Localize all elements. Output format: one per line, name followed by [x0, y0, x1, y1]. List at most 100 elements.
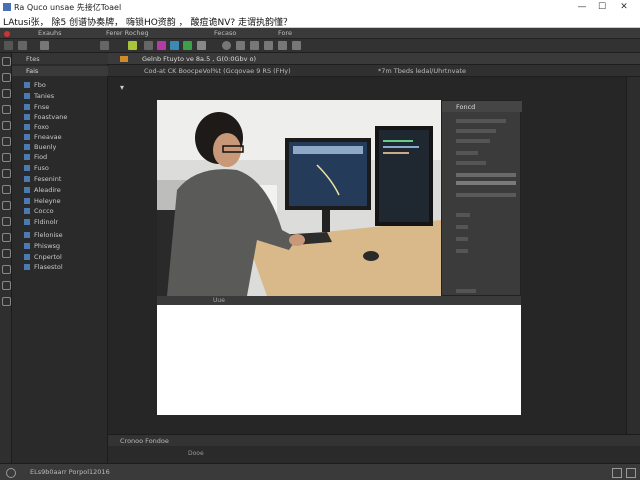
tool-icon[interactable]: [2, 185, 11, 194]
document-tab-bar: Gelnb Ftuyto ve 8a.5 , G(0:0Gbv o): [108, 53, 640, 65]
tool-icon[interactable]: [2, 265, 11, 274]
layer-icon: [24, 176, 30, 182]
property-slider[interactable]: [456, 181, 516, 185]
text-tool-icon[interactable]: [250, 41, 259, 50]
property-slider[interactable]: [456, 213, 470, 217]
tool-icon[interactable]: [2, 105, 11, 114]
color-swatch-blue-icon[interactable]: [170, 41, 179, 50]
close-button[interactable]: ✕: [618, 2, 630, 12]
properties-panel-title: Foncd: [456, 103, 476, 111]
shape-tool-icon[interactable]: [264, 41, 273, 50]
property-slider[interactable]: [456, 161, 486, 165]
layer-item[interactable]: Aleadire: [24, 186, 61, 196]
property-slider[interactable]: [456, 151, 478, 155]
layers-panel-header: Ftes: [12, 53, 108, 64]
lasso-tool-icon[interactable]: [40, 41, 49, 50]
tool-icon[interactable]: [2, 137, 11, 146]
maximize-button[interactable]: ☐: [596, 2, 608, 12]
eraser-tool-icon[interactable]: [292, 41, 301, 50]
menu-item-2[interactable]: Ferer Rocheg: [106, 29, 149, 37]
menu-item-3[interactable]: Fecaso: [214, 29, 236, 37]
blank-canvas[interactable]: [157, 305, 521, 415]
tool-icon[interactable]: [2, 169, 11, 178]
property-slider[interactable]: [456, 225, 468, 229]
tool-icon[interactable]: [2, 297, 11, 306]
layer-item[interactable]: Flasestol: [24, 263, 63, 273]
zoom-tool-icon[interactable]: [222, 41, 231, 50]
status-circle-icon[interactable]: [6, 468, 16, 478]
layer-item[interactable]: Cocco: [24, 207, 54, 217]
app-logo-icon: [4, 31, 10, 37]
tool-icon[interactable]: [2, 153, 11, 162]
tool-icon[interactable]: [2, 73, 11, 82]
tool-icon[interactable]: [2, 249, 11, 258]
move-tool-icon[interactable]: [4, 41, 13, 50]
minimize-button[interactable]: —: [576, 2, 588, 12]
property-slider[interactable]: [456, 289, 476, 293]
layer-label: Cocco: [34, 207, 54, 215]
layer-item[interactable]: Heleyne: [24, 197, 61, 207]
select-tool-icon[interactable]: [18, 41, 27, 50]
layer-item[interactable]: Flelonise: [24, 231, 63, 241]
pen-tool-icon[interactable]: [278, 41, 287, 50]
property-slider[interactable]: [456, 249, 468, 253]
layer-label: Foxo: [34, 123, 49, 131]
tool-icon[interactable]: [2, 233, 11, 242]
layer-tool-icon[interactable]: [197, 41, 206, 50]
layers-panel-subheader[interactable]: Fais: [12, 66, 108, 76]
document-tab[interactable]: Gelnb Ftuyto ve 8a.5 , G(0:0Gbv o): [142, 55, 256, 63]
canvas-photo: [157, 100, 441, 296]
layer-item[interactable]: Fneavae: [24, 133, 62, 143]
layer-item[interactable]: Phiswsg: [24, 242, 60, 252]
layer-icon: [24, 82, 30, 88]
layer-item[interactable]: Buenly: [24, 143, 56, 153]
layer-label: Aleadire: [34, 186, 61, 194]
tool-icon[interactable]: [2, 281, 11, 290]
menu-item-4[interactable]: Fore: [278, 29, 292, 37]
tool-icon[interactable]: [2, 121, 11, 130]
layer-label: Tanies: [34, 92, 55, 100]
layer-icon: [24, 114, 30, 120]
layer-item[interactable]: Cnpertol: [24, 253, 62, 263]
menu-item-1[interactable]: Exauhs: [38, 29, 62, 37]
layer-item[interactable]: Fldinolr: [24, 218, 58, 228]
crop-tool-icon[interactable]: [100, 41, 109, 50]
status-grid-icon[interactable]: [612, 468, 622, 478]
layer-label: Flasestol: [34, 263, 63, 271]
tool-icon[interactable]: [2, 217, 11, 226]
layer-item[interactable]: Tanies: [24, 92, 54, 102]
tool-icon[interactable]: [2, 57, 11, 66]
brush-tool-icon[interactable]: [144, 41, 153, 50]
layer-item[interactable]: Fuso: [24, 164, 49, 174]
layer-item[interactable]: Foastvane: [24, 113, 67, 123]
tool-icon[interactable]: [2, 201, 11, 210]
property-slider[interactable]: [456, 173, 516, 177]
layer-label: Fldinolr: [34, 218, 59, 226]
menu-bar: Exauhs Ferer Rocheg Fecaso Fore: [0, 28, 640, 39]
layer-item[interactable]: Fiod: [24, 153, 47, 163]
properties-panel-header: Foncd: [442, 101, 522, 112]
color-swatch-green-icon[interactable]: [128, 41, 137, 50]
property-slider[interactable]: [456, 119, 506, 123]
canvas-info-label: Uue: [213, 297, 225, 304]
layer-item[interactable]: Fbo: [24, 81, 46, 91]
options-text[interactable]: Cod-at CK BoocpeVol%t (Gcqovae 9 RS (FHy…: [144, 67, 291, 75]
layer-item[interactable]: Foxo: [24, 123, 49, 133]
property-slider[interactable]: [456, 139, 490, 143]
property-slider[interactable]: [456, 237, 468, 241]
properties-panel: Foncd: [441, 100, 522, 296]
color-swatch-magenta-icon[interactable]: [157, 41, 166, 50]
hand-tool-icon[interactable]: [236, 41, 245, 50]
layer-item[interactable]: Fesenint: [24, 175, 61, 185]
layer-item[interactable]: Fnse: [24, 103, 49, 113]
property-slider[interactable]: [456, 193, 516, 197]
color-swatch-teal-icon[interactable]: [183, 41, 192, 50]
timeline-label[interactable]: Cronoo Fondoe: [120, 437, 169, 445]
window-title: Ra Quco unsae 先接亿Toael: [14, 3, 122, 12]
status-bar: ELs9b0aarr Porpol12016: [0, 463, 640, 480]
tool-icon[interactable]: [2, 89, 11, 98]
status-expand-icon[interactable]: [626, 468, 636, 478]
options-text-2[interactable]: *7m Tbeds ledal/Uhrtnvate: [378, 67, 466, 75]
layers-panel: Ftes Fais Fbo Tanies Fnse Foastvane Foxo…: [12, 53, 108, 463]
property-slider[interactable]: [456, 129, 496, 133]
